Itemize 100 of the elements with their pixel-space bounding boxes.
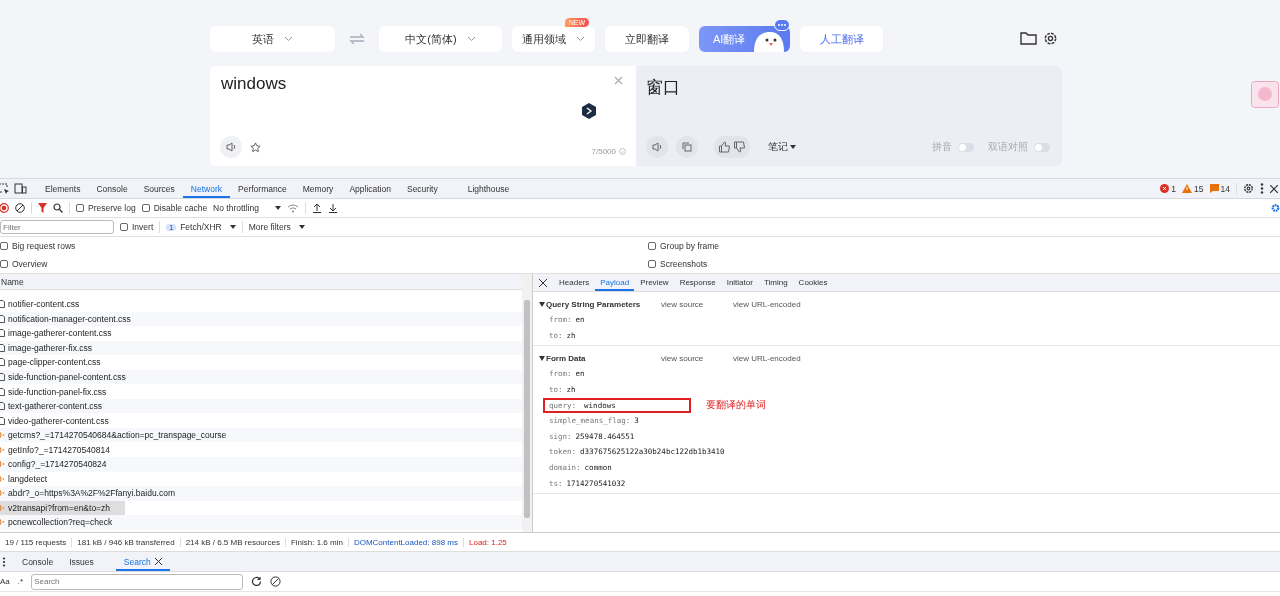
checkbox[interactable] bbox=[648, 242, 656, 250]
detail-tab[interactable]: Initiator bbox=[721, 274, 758, 291]
request-row[interactable]: abdr?_o=https%3A%2F%2Ffanyi.baidu.com bbox=[0, 486, 522, 501]
request-row[interactable]: getInfo?_=1714270540814 bbox=[0, 442, 522, 457]
checkbox-label[interactable]: Preserve log bbox=[88, 203, 136, 213]
devtools-tab[interactable]: Sources bbox=[135, 179, 183, 198]
view-encoded-link[interactable]: view URL-encoded bbox=[733, 353, 801, 363]
devtools-tab[interactable]: Application bbox=[341, 179, 399, 198]
detail-tab[interactable]: Payload bbox=[595, 274, 635, 291]
detail-tab[interactable]: Cookies bbox=[793, 274, 833, 291]
devtools-tab[interactable]: Lighthouse bbox=[459, 179, 518, 198]
refresh-icon[interactable] bbox=[251, 576, 263, 587]
request-row[interactable]: side-function-panel-content.css bbox=[0, 369, 522, 385]
warning-icon[interactable] bbox=[1182, 184, 1193, 193]
request-row[interactable]: getcms?_=1714270540684&action=pc_transpage_course bbox=[0, 427, 522, 443]
download-icon[interactable] bbox=[327, 203, 338, 213]
checkbox-label[interactable]: Disable cache bbox=[153, 203, 208, 213]
toggle-switch[interactable] bbox=[958, 142, 974, 152]
drawer-tab[interactable]: Search bbox=[115, 552, 170, 571]
drawer-tab[interactable]: Issues bbox=[61, 552, 102, 571]
filter-icon[interactable] bbox=[38, 203, 47, 213]
filter-field[interactable]: Filter bbox=[0, 220, 114, 234]
view-encoded-link[interactable]: view URL-encoded bbox=[733, 299, 801, 309]
request-row[interactable]: video-gatherer-content.css bbox=[0, 413, 522, 428]
warning-count[interactable]: 15 bbox=[1194, 183, 1204, 194]
close-icon[interactable] bbox=[539, 278, 547, 287]
translate-button[interactable]: 立即翻译 bbox=[605, 26, 689, 52]
close-icon[interactable] bbox=[154, 558, 162, 565]
inspect-icon[interactable] bbox=[0, 182, 10, 195]
more-icon[interactable] bbox=[2, 556, 6, 567]
search-icon[interactable] bbox=[53, 203, 63, 213]
section-header[interactable]: Query String Parameters bbox=[546, 299, 641, 309]
request-row[interactable]: pcnewcollection?req=check bbox=[0, 515, 522, 530]
error-count[interactable]: 1 bbox=[1171, 183, 1177, 194]
clear-icon[interactable] bbox=[15, 203, 25, 213]
checkbox[interactable] bbox=[141, 204, 150, 212]
clear-icon[interactable] bbox=[270, 576, 282, 587]
section-header[interactable]: Form Data bbox=[546, 353, 586, 363]
source-language-select[interactable]: 英语 bbox=[210, 26, 335, 52]
human-translate-button[interactable]: 人工翻译 bbox=[800, 26, 883, 52]
checkbox[interactable] bbox=[648, 260, 656, 268]
drawer-tab[interactable]: Console bbox=[14, 552, 62, 571]
speaker-icon[interactable] bbox=[220, 136, 242, 158]
upload-icon[interactable] bbox=[311, 203, 322, 213]
more-filters-select[interactable]: More filters bbox=[248, 222, 291, 232]
record-icon[interactable] bbox=[0, 203, 9, 213]
error-icon[interactable] bbox=[1160, 184, 1170, 193]
checkbox-label[interactable]: Invert bbox=[132, 222, 154, 232]
toggle-switch[interactable] bbox=[1034, 142, 1050, 152]
request-row[interactable]: config?_=1714270540824 bbox=[0, 457, 522, 472]
settings-icon[interactable] bbox=[1043, 31, 1058, 46]
close-icon[interactable] bbox=[1270, 184, 1278, 193]
checkbox[interactable] bbox=[76, 204, 84, 212]
match-case-button[interactable]: Aa bbox=[0, 577, 10, 586]
checkbox[interactable] bbox=[0, 260, 8, 268]
checkbox[interactable] bbox=[0, 242, 8, 250]
detail-tab[interactable]: Response bbox=[674, 274, 721, 291]
request-row[interactable]: page-clipper-content.css bbox=[0, 355, 522, 370]
request-row[interactable]: image-gatherer-fix.css bbox=[0, 340, 522, 356]
request-row[interactable]: text-gatherer-content.css bbox=[0, 398, 522, 414]
checkbox[interactable] bbox=[120, 223, 128, 231]
source-text[interactable]: windows bbox=[221, 74, 287, 94]
target-language-select[interactable]: 中文(简体) bbox=[379, 26, 502, 52]
regex-button[interactable]: .* bbox=[17, 577, 24, 586]
expand-caret-icon[interactable] bbox=[539, 301, 545, 307]
detail-tab[interactable]: Timing bbox=[758, 274, 793, 291]
device-icon[interactable] bbox=[14, 183, 27, 194]
caret-icon[interactable] bbox=[790, 145, 796, 149]
notes-dropdown[interactable]: 笔记 bbox=[768, 140, 788, 154]
request-type-select[interactable]: Fetch/XHR bbox=[180, 222, 222, 232]
devtools-tab[interactable]: Elements bbox=[37, 179, 89, 198]
caret-icon[interactable] bbox=[298, 225, 305, 229]
devtools-tab[interactable]: Performance bbox=[230, 179, 295, 198]
caret-icon[interactable] bbox=[274, 206, 281, 210]
view-source-link[interactable]: view source bbox=[661, 299, 733, 309]
domain-select[interactable]: 通用领域 bbox=[512, 26, 595, 52]
wifi-icon[interactable] bbox=[286, 203, 299, 213]
devtools-tab[interactable]: Security bbox=[398, 179, 446, 198]
column-header[interactable]: Name bbox=[1, 276, 24, 287]
checkbox-label[interactable]: Group by frame bbox=[660, 241, 720, 251]
checkbox-label[interactable]: Big request rows bbox=[12, 241, 76, 251]
info-count[interactable]: 14 bbox=[1220, 183, 1230, 194]
request-row[interactable]: langdetect bbox=[0, 471, 522, 487]
checkbox-label[interactable]: Overview bbox=[12, 259, 48, 269]
throttling-select[interactable]: No throttling bbox=[213, 203, 259, 213]
scrollbar[interactable] bbox=[522, 274, 533, 532]
thumbs-up-icon[interactable] bbox=[718, 141, 731, 153]
thumbs-down-icon[interactable] bbox=[733, 141, 746, 153]
folder-icon[interactable] bbox=[1020, 31, 1037, 45]
message-icon[interactable] bbox=[1209, 184, 1219, 193]
request-row[interactable]: side-function-panel-fix.css bbox=[0, 384, 522, 399]
request-row[interactable]: notifier-content.css bbox=[0, 297, 522, 312]
star-icon[interactable] bbox=[250, 141, 261, 153]
settings-icon[interactable] bbox=[1243, 183, 1254, 194]
request-row[interactable]: image-gatherer-content.css bbox=[0, 326, 522, 341]
more-icon[interactable] bbox=[1260, 183, 1264, 194]
expand-caret-icon[interactable] bbox=[539, 355, 545, 361]
detail-tab[interactable]: Preview bbox=[635, 274, 674, 291]
devtools-tab[interactable]: Console bbox=[88, 179, 136, 198]
devtools-tab[interactable]: Memory bbox=[294, 179, 342, 198]
